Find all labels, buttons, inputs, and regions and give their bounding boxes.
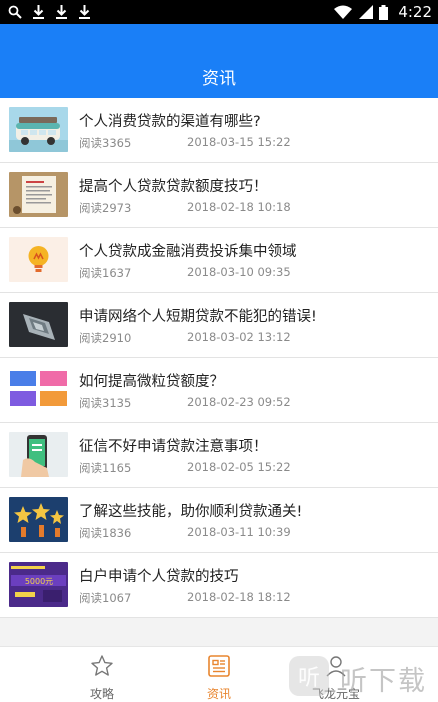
promo-amount: 5000元	[25, 577, 53, 586]
app-header: 资讯	[0, 24, 438, 98]
article-list: 个人消费贷款的渠道有哪些? 阅读3365 2018-03-15 15:22 提高…	[0, 98, 438, 618]
article-reads: 阅读1067	[79, 591, 132, 605]
article-title: 个人贷款成金融消费投诉集中领域	[79, 244, 297, 260]
list-item[interactable]: 如何提高微粒贷额度？ 阅读3135 2018-02-23 09:52	[0, 358, 438, 423]
promo-banner-image: 5000元	[9, 562, 68, 607]
article-title: 申请网络个人短期贷款不能犯的错误!	[79, 309, 317, 325]
tab-news[interactable]: 资讯	[169, 647, 269, 702]
search-icon	[8, 5, 22, 19]
document-image	[9, 172, 68, 217]
watermark-logo-icon: 听	[289, 656, 329, 696]
svg-text:听: 听	[298, 666, 320, 691]
article-thumbnail	[9, 107, 68, 152]
page-title: 资讯	[202, 69, 236, 89]
article-title: 征信不好申请贷款注意事项！	[79, 439, 268, 455]
article-date: 2018-03-02 13:12	[187, 330, 291, 344]
article-reads: 阅读1637	[79, 266, 132, 280]
article-thumbnail	[9, 237, 68, 282]
article-date: 2018-02-05 15:22	[187, 460, 291, 474]
star-icon	[91, 655, 113, 676]
tab-strategy[interactable]: 攻略	[52, 647, 152, 702]
status-bar: 4:22	[0, 0, 438, 24]
dark-graphic-image	[9, 302, 68, 347]
article-title: 个人消费贷款的渠道有哪些?	[79, 114, 261, 130]
list-item[interactable]: 征信不好申请贷款注意事项！ 阅读1165 2018-02-05 15:22	[0, 423, 438, 488]
article-date: 2018-02-18 18:12	[187, 590, 291, 604]
article-title: 了解这些技能，助你顺利贷款通关!	[79, 504, 303, 520]
cards-image	[9, 367, 68, 412]
article-thumbnail	[9, 367, 68, 412]
article-date: 2018-03-11 10:39	[187, 525, 291, 539]
watermark-text: 听下载	[340, 666, 427, 697]
list-item[interactable]: 了解这些技能，助你顺利贷款通关! 阅读1836 2018-03-11 10:39	[0, 488, 438, 553]
clock: 4:22	[398, 3, 432, 21]
news-icon	[208, 655, 230, 677]
article-reads: 阅读3365	[79, 136, 132, 150]
article-title: 如何提高微粒贷额度？	[79, 374, 224, 390]
tab-label: 攻略	[89, 687, 114, 701]
article-reads: 阅读2910	[79, 331, 132, 345]
wifi-icon	[334, 5, 353, 19]
list-item[interactable]: 提高个人贷款贷款额度技巧！ 阅读2973 2018-02-18 10:18	[0, 163, 438, 228]
article-thumbnail	[9, 172, 68, 217]
article-thumbnail	[9, 432, 68, 477]
stars-image	[9, 497, 68, 542]
article-reads: 阅读1165	[79, 461, 132, 475]
article-date: 2018-03-15 15:22	[187, 135, 291, 149]
article-reads: 阅读2973	[79, 201, 132, 215]
article-title: 白户申请个人贷款的技巧	[79, 569, 239, 585]
article-thumbnail	[9, 302, 68, 347]
article-reads: 阅读3135	[79, 396, 132, 410]
signal-icon	[359, 4, 374, 19]
status-bar-notifications	[8, 2, 91, 22]
tab-label: 资讯	[206, 687, 231, 701]
download-icon	[79, 5, 90, 19]
list-item[interactable]: 个人贷款成金融消费投诉集中领域 阅读1637 2018-03-10 09:35	[0, 228, 438, 293]
article-thumbnail: 5000元	[9, 562, 68, 607]
watermark: 听 听下载	[282, 651, 438, 701]
lightbulb-image	[9, 237, 68, 282]
article-date: 2018-02-18 10:18	[187, 200, 291, 214]
article-thumbnail	[9, 497, 68, 542]
van-image	[9, 107, 68, 152]
article-date: 2018-03-10 09:35	[187, 265, 291, 279]
download-icon	[56, 5, 67, 19]
status-bar-system: 4:22	[333, 2, 432, 22]
list-item[interactable]: 5000元 白户申请个人贷款的技巧 阅读1067 2018-02-18 18:1…	[0, 553, 438, 618]
download-icon	[33, 5, 44, 19]
article-reads: 阅读1836	[79, 526, 132, 540]
phone-hand-image	[9, 432, 68, 477]
list-item[interactable]: 申请网络个人短期贷款不能犯的错误! 阅读2910 2018-03-02 13:1…	[0, 293, 438, 358]
article-title: 提高个人贷款贷款额度技巧！	[79, 179, 268, 195]
battery-icon	[379, 4, 389, 20]
list-item[interactable]: 个人消费贷款的渠道有哪些? 阅读3365 2018-03-15 15:22	[0, 98, 438, 163]
article-date: 2018-02-23 09:52	[187, 395, 291, 409]
